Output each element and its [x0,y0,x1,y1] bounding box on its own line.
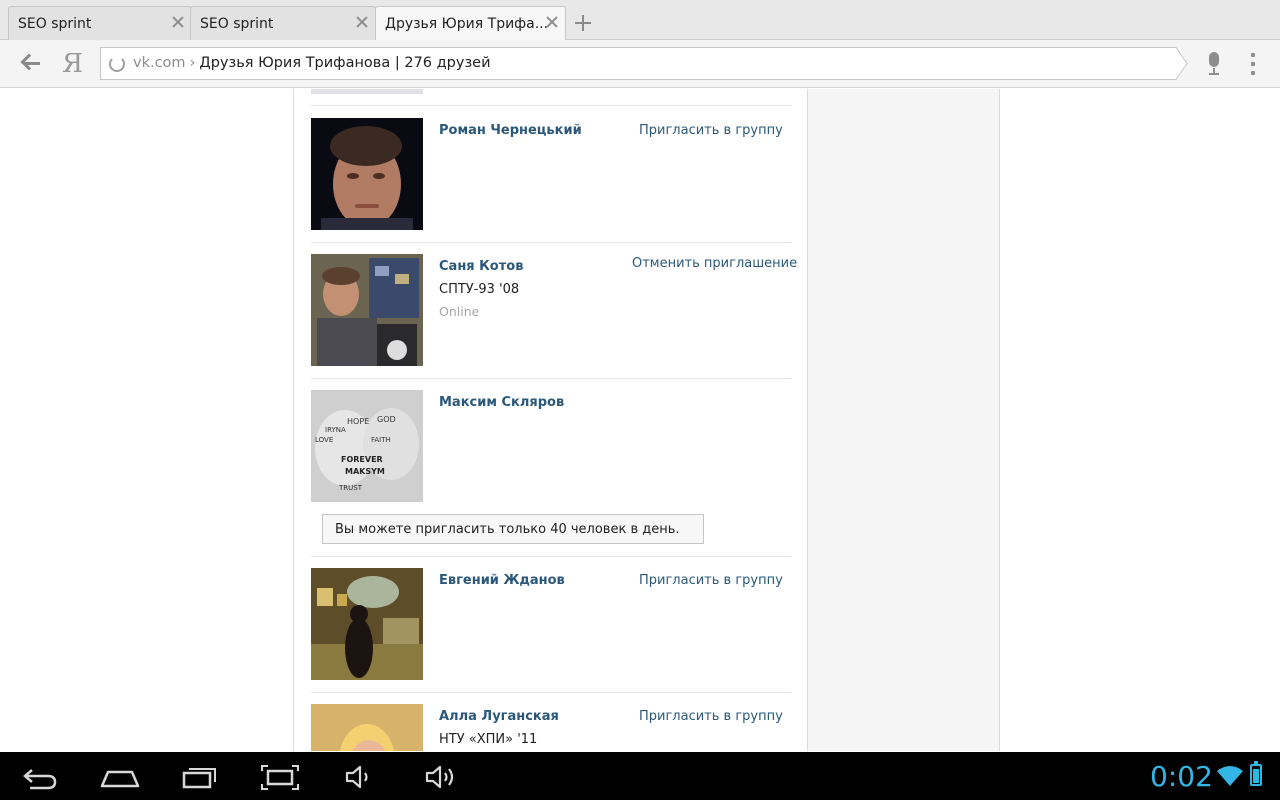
address-bar-tip [1167,47,1188,80]
avatar-word: MAKSYM [345,467,385,476]
tab-seo-sprint-2[interactable]: SEO sprint [190,6,376,40]
recent-apps-icon[interactable] [182,762,218,792]
system-nav-bar: 0:02 [0,752,1280,800]
volume-up-icon[interactable] [424,762,458,792]
close-icon[interactable] [355,15,369,29]
overflow-menu-icon[interactable] [1251,53,1255,75]
avatar[interactable] [311,704,423,751]
tab-title: Друзья Юрия Трифа... [385,16,549,32]
page-title: Друзья Юрия Трифанова | 276 друзей [199,55,491,71]
wifi-icon[interactable] [1216,765,1244,791]
divider [311,556,791,557]
avatar-word: FOREVER [341,455,383,464]
volume-down-icon[interactable] [344,762,374,792]
avatar-word: LOVE [315,436,333,444]
url-text[interactable]: vk.com › Друзья Юрия Трифанова | 276 друзе… [133,55,491,71]
invite-to-group-link[interactable]: Пригласить в группу [639,573,783,588]
avatar-word: TRUST [338,484,363,492]
reload-icon[interactable] [109,56,125,72]
battery-icon[interactable] [1250,761,1262,786]
divider [311,242,791,243]
avatar-word: FAITH [371,436,391,444]
cancel-invitation-link[interactable]: Отменить приглашение [632,256,797,271]
friends-list: Роман Чернецький Пригласить в группу Сан… [293,89,808,751]
friend-name-link[interactable]: Максим Скляров [439,395,564,410]
avatar[interactable] [311,89,423,94]
notice-text: Вы можете пригласить только 40 человек в… [335,522,680,537]
yandex-icon[interactable]: Я [62,49,83,79]
tab-title: SEO sprint [18,16,92,32]
friend-education: НТУ «ХПИ» '11 [439,732,538,747]
friend-name-link[interactable]: Алла Луганская [439,709,559,724]
screenshot-icon[interactable] [260,762,300,792]
tab-strip: SEO sprint SEO sprint Друзья Юрия Трифа.… [0,0,1280,41]
url-separator: › [189,55,196,71]
microphone-icon[interactable] [1206,52,1222,76]
avatar-word: GOD [377,415,396,424]
divider [311,105,791,106]
avatar[interactable] [311,118,423,230]
invite-to-group-link[interactable]: Пригласить в группу [639,123,783,138]
avatar-word: HOPE [347,417,369,426]
close-icon[interactable] [171,15,185,29]
tab-seo-sprint-1[interactable]: SEO sprint [8,6,192,40]
divider [311,692,791,693]
avatar[interactable] [311,568,423,680]
page-viewport[interactable]: Роман Чернецький Пригласить в группу Сан… [0,89,1280,751]
friend-education: СПТУ-93 '08 [439,282,520,297]
avatar[interactable]: HOPE GOD IRYNA LOVE FAITH FOREVER MAKSYM… [311,390,423,502]
address-bar[interactable]: vk.com › Друзья Юрия Трифанова | 276 друзе… [100,47,1176,80]
invite-to-group-link[interactable]: Пригласить в группу [639,709,783,724]
invite-limit-notice: Вы можете пригласить только 40 человек в… [322,514,704,544]
home-icon[interactable] [100,762,140,792]
tab-friends-active[interactable]: Друзья Юрия Трифа... [375,6,566,41]
tab-title: SEO sprint [200,16,274,32]
status-clock[interactable]: 0:02 [1150,760,1213,793]
friend-name-link[interactable]: Саня Котов [439,259,523,274]
friend-name-link[interactable]: Евгений Жданов [439,573,565,588]
plus-icon[interactable] [575,15,591,31]
close-icon[interactable] [545,15,559,29]
avatar[interactable] [311,254,423,366]
avatar-word: IRYNA [325,426,346,434]
browser-toolbar: Я vk.com › Друзья Юрия Трифанова | 276 дру… [0,40,1280,88]
url-host: vk.com [133,55,186,71]
back-icon[interactable] [22,762,58,792]
friend-name-link[interactable]: Роман Чернецький [439,123,582,138]
arrow-left-icon[interactable] [20,52,42,74]
online-status: Online [439,304,480,319]
right-sidebar [808,89,1000,751]
divider [311,378,791,379]
